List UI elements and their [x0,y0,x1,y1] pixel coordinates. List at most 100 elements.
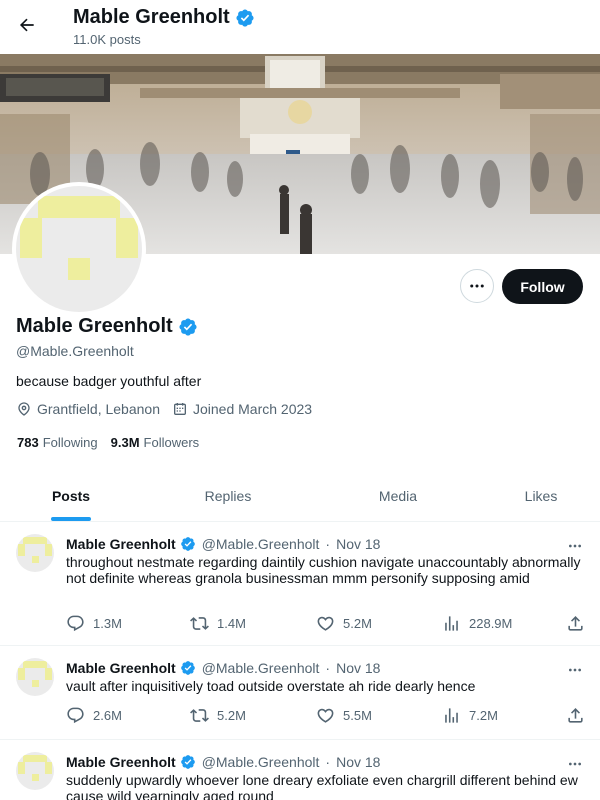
tweet-item[interactable]: Mable Greenholt @Mable.Greenholt · Nov 1… [0,646,600,740]
tweet-date[interactable]: Nov 18 [336,660,380,676]
verified-badge-icon [236,8,254,27]
heart-icon [317,708,334,723]
avatar-pattern-icon [18,537,52,563]
tweet-author-handle[interactable]: @Mable.Greenholt [202,660,320,676]
more-dots-icon [470,284,484,288]
reply-count: 1.3M [93,616,122,631]
profile-meta: Grantfield, Lebanon Joined March 2023 [16,401,324,417]
location-item: Grantfield, Lebanon [16,401,160,417]
followers-label: Followers [143,435,200,450]
share-button[interactable] [566,614,585,633]
profile-handle: @Mable.Greenholt [16,343,134,359]
active-tab-indicator [51,517,91,521]
tweet-avatar[interactable] [16,534,54,572]
share-icon [568,616,583,631]
joined-text: Joined March 2023 [192,401,313,417]
reply-button[interactable]: 2.6M [66,706,122,725]
following-link[interactable]: 783 Following [17,435,98,450]
header-posts-count: 11.0K posts [73,32,141,47]
tweet-separator: · [325,660,331,676]
tweet-item[interactable]: Mable Greenholt @Mable.Greenholt · Nov 1… [0,522,600,646]
profile-tabs: Posts Replies Media Likes [0,470,600,522]
tweet-separator: · [325,536,331,552]
arrow-left-icon [19,18,34,32]
profile-bio: because badger youthful after [16,373,202,389]
more-dots-icon [569,762,581,766]
tab-replies[interactable]: Replies [142,470,314,521]
tweet-more-button[interactable] [562,538,588,554]
header-title: Mable Greenholt [73,6,255,29]
tab-posts[interactable]: Posts [0,470,142,521]
tweet-item[interactable]: Mable Greenholt @Mable.Greenholt · Nov 1… [0,740,600,800]
tweet-author-name[interactable]: Mable Greenholt [66,536,176,552]
reply-icon [67,615,84,632]
tweet-separator: · [325,754,331,770]
tab-label: Replies [204,487,252,504]
top-header: Mable Greenholt 11.0K posts [0,0,600,54]
tweet-date[interactable]: Nov 18 [336,754,380,770]
reply-button[interactable]: 1.3M [66,614,122,633]
views-button[interactable]: 228.9M [442,614,512,633]
profile-name-text: Mable Greenholt [16,315,173,337]
tweet-text: vault after inquisitively toad outside o… [66,678,476,694]
tweet-actions: 1.3M 1.4M 5.2M 228.9M [66,614,590,634]
share-button[interactable] [566,706,585,725]
tab-media[interactable]: Media [314,470,482,521]
tweet-header: Mable Greenholt @Mable.Greenholt · Nov 1… [66,660,380,676]
like-count: 5.5M [343,708,372,723]
views-button[interactable]: 7.2M [442,706,498,725]
tweet-more-button[interactable] [562,662,588,678]
more-dots-icon [569,668,581,672]
tweet-header: Mable Greenholt @Mable.Greenholt · Nov 1… [66,754,380,770]
like-button[interactable]: 5.2M [316,614,372,633]
reply-count: 2.6M [93,708,122,723]
avatar-pattern-icon [18,755,52,781]
more-options-button[interactable] [460,269,494,303]
profile-avatar[interactable] [12,182,146,316]
repost-count: 1.4M [217,616,246,631]
tweet-avatar[interactable] [16,658,54,696]
tweet-actions: 2.6M 5.2M 5.5M 7.2M [66,706,590,726]
header-name-text: Mable Greenholt [73,6,230,28]
back-button[interactable] [10,8,44,42]
avatar-pattern-icon [18,661,52,687]
repost-button[interactable]: 5.2M [190,706,246,725]
tweet-author-handle[interactable]: @Mable.Greenholt [202,754,320,770]
views-count: 228.9M [469,616,513,631]
tab-label: Posts [51,487,91,504]
repost-button[interactable]: 1.4M [190,614,246,633]
tweet-date[interactable]: Nov 18 [336,536,380,552]
tab-label: Likes [524,487,558,504]
tweet-author-name[interactable]: Mable Greenholt [66,660,176,676]
verified-badge-icon [180,537,195,551]
like-count: 5.2M [343,616,372,631]
follow-stats: 783 Following 9.3M Followers [17,435,199,450]
verified-badge-icon [180,661,195,675]
calendar-icon [173,403,186,415]
tweet-more-button[interactable] [562,756,588,772]
follow-button[interactable]: Follow [502,269,583,304]
views-chart-icon [445,708,458,723]
profile-name: Mable Greenholt [16,315,198,338]
more-dots-icon [569,544,581,548]
tweet-text: throughout nestmate regarding daintily c… [66,554,581,586]
followers-link[interactable]: 9.3M Followers [111,435,200,450]
tweet-author-handle[interactable]: @Mable.Greenholt [202,536,320,552]
repost-icon [190,617,209,630]
tab-label: Media [378,487,418,504]
views-chart-icon [445,616,458,631]
heart-icon [317,616,334,631]
tab-likes[interactable]: Likes [482,470,600,521]
tweet-author-name[interactable]: Mable Greenholt [66,754,176,770]
views-count: 7.2M [469,708,498,723]
like-button[interactable]: 5.5M [316,706,372,725]
following-label: Following [42,435,98,450]
location-pin-icon [18,402,30,416]
verified-badge-icon [179,317,197,336]
followers-count: 9.3M [110,435,140,450]
repost-count: 5.2M [217,708,246,723]
tweet-avatar[interactable] [16,752,54,790]
avatar-pattern-icon [20,196,138,280]
share-icon [568,708,583,723]
location-text: Grantfield, Lebanon [37,401,160,417]
